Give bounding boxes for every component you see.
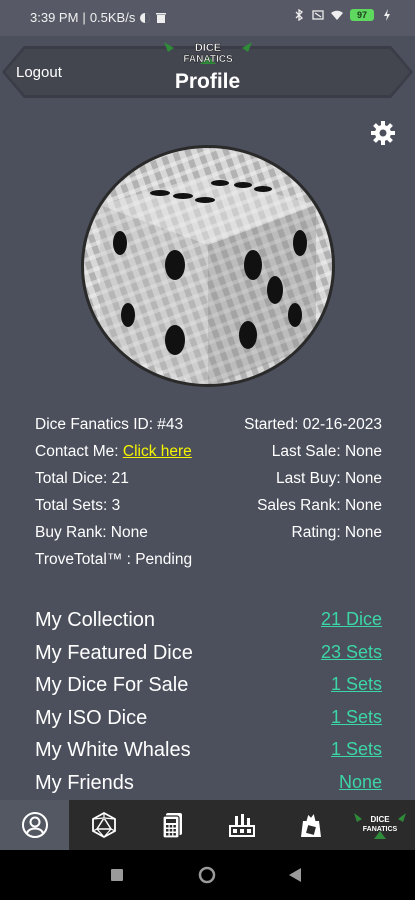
d20-icon xyxy=(91,811,116,839)
nav-dice[interactable] xyxy=(69,800,138,850)
system-nav-bar xyxy=(0,850,415,900)
bluetooth-icon xyxy=(295,9,304,21)
buy-rank: Buy Rank: None xyxy=(35,524,148,541)
section-label: My Collection xyxy=(35,609,156,631)
section-link[interactable]: 1 Sets xyxy=(331,674,382,695)
section-label: My Featured Dice xyxy=(35,642,193,664)
nav-market[interactable] xyxy=(207,800,276,850)
section-label: My Friends xyxy=(35,772,134,794)
nav-profile[interactable] xyxy=(0,800,69,850)
section-link[interactable]: 23 Sets xyxy=(321,642,382,663)
status-bar: 3:39 PM | 0.5KB/s 97 xyxy=(0,0,415,36)
bottom-nav: DICE FANATICS xyxy=(0,800,415,850)
svg-text:FANATICS: FANATICS xyxy=(183,54,233,65)
info-row: Contact Me: Click here Last Sale: None xyxy=(35,443,382,463)
status-right: 97 xyxy=(293,9,393,21)
section-collection: My Collection 21 Dice xyxy=(35,609,382,637)
status-speed: 0.5KB/s xyxy=(89,10,136,25)
info-row: Dice Fanatics ID: #43 Started: 02-16-202… xyxy=(35,416,382,436)
app-header: Logout DICE FANATICS Profile xyxy=(0,36,415,108)
section-featured-dice: My Featured Dice 23 Sets xyxy=(35,642,382,670)
info-row: Buy Rank: None Rating: None xyxy=(35,524,382,544)
charging-icon xyxy=(384,9,390,21)
last-buy: Last Buy: None xyxy=(276,470,382,487)
info-row: Total Dice: 21 Last Buy: None xyxy=(35,470,382,490)
total-dice: Total Dice: 21 xyxy=(35,470,129,487)
total-sets: Total Sets: 3 xyxy=(35,497,121,514)
profile-icon xyxy=(21,812,48,838)
sales-rank: Sales Rank: None xyxy=(257,497,382,514)
section-link[interactable]: 1 Sets xyxy=(331,739,382,760)
home-icon[interactable] xyxy=(198,866,216,884)
info-row: TroveTotal™ : Pending xyxy=(35,551,382,571)
recents-icon[interactable] xyxy=(111,869,123,881)
dice-fanatics-logo: DICE FANATICS xyxy=(164,42,252,65)
section-label: My ISO Dice xyxy=(35,707,148,729)
logo-icon: DICE FANATICS xyxy=(353,813,406,839)
section-friends: My Friends None xyxy=(35,772,382,800)
nav-calculator[interactable] xyxy=(138,800,207,850)
trash-icon xyxy=(156,12,167,23)
profile-avatar xyxy=(81,145,335,387)
section-label: My White Whales xyxy=(35,739,191,761)
contact-me: Contact Me: Click here xyxy=(35,443,192,461)
svg-text:DICE: DICE xyxy=(370,815,390,824)
section-link[interactable]: 21 Dice xyxy=(321,609,382,630)
contact-me-label: Contact Me: xyxy=(35,443,123,460)
battery-indicator: 97 xyxy=(350,9,374,21)
section-link[interactable]: 1 Sets xyxy=(331,707,382,728)
trove-total: TroveTotal™ : Pending xyxy=(35,551,193,568)
page-title: Profile xyxy=(174,70,241,93)
back-icon[interactable] xyxy=(289,868,301,882)
dice-bag-icon xyxy=(300,811,321,837)
last-sale: Last Sale: None xyxy=(271,443,382,460)
data-saver-icon xyxy=(140,12,151,23)
rating: Rating: None xyxy=(291,524,382,541)
info-row: Total Sets: 3 Sales Rank: None xyxy=(35,497,382,517)
status-left: 3:39 PM | 0.5KB/s xyxy=(30,10,167,25)
wifi-icon xyxy=(331,10,343,20)
sim-off-icon xyxy=(312,10,324,20)
svg-text:FANATICS: FANATICS xyxy=(362,826,397,833)
section-label: My Dice For Sale xyxy=(35,674,189,696)
market-icon xyxy=(228,814,255,837)
section-iso-dice: My ISO Dice 1 Sets xyxy=(35,707,382,735)
status-time: 3:39 PM xyxy=(30,10,79,25)
section-dice-for-sale: My Dice For Sale 1 Sets xyxy=(35,674,382,702)
dice-fanatics-id: Dice Fanatics ID: #43 xyxy=(35,416,184,433)
svg-text:DICE: DICE xyxy=(195,42,221,54)
nav-dice-bag[interactable] xyxy=(276,800,345,850)
nav-home[interactable]: DICE FANATICS xyxy=(345,800,414,850)
contact-me-link[interactable]: Click here xyxy=(123,443,192,460)
section-link[interactable]: None xyxy=(339,772,382,793)
gear-icon[interactable] xyxy=(370,120,396,146)
section-white-whales: My White Whales 1 Sets xyxy=(35,739,382,767)
started-date: Started: 02-16-2023 xyxy=(244,416,382,433)
calculator-icon xyxy=(161,813,182,839)
